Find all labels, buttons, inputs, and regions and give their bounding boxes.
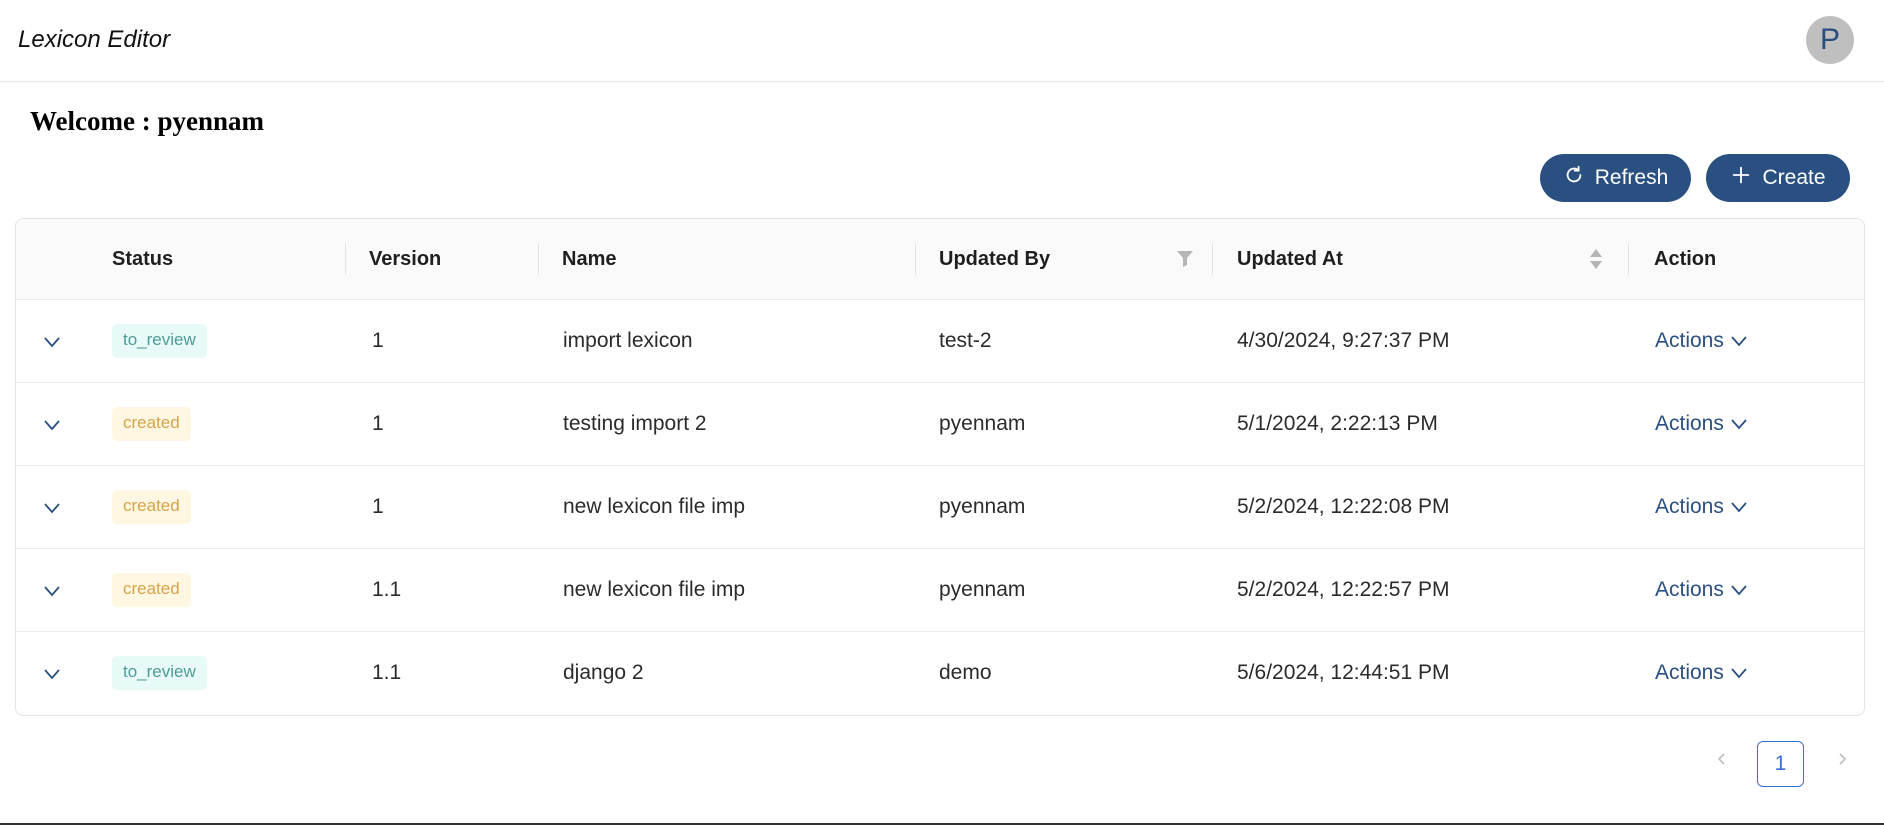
table-row: created 1 new lexicon file imp pyennam 5… bbox=[16, 466, 1864, 549]
column-name: Name bbox=[562, 248, 617, 270]
table-row: created 1.1 new lexicon file imp pyennam… bbox=[16, 549, 1864, 632]
column-status: Status bbox=[112, 248, 174, 270]
updated-at-cell: 5/6/2024, 12:44:51 PM bbox=[1237, 661, 1450, 684]
actions-label: Actions bbox=[1655, 412, 1724, 435]
expand-row-button[interactable] bbox=[37, 327, 67, 357]
actions-dropdown[interactable]: Actions bbox=[1655, 383, 1748, 465]
actions-dropdown[interactable]: Actions bbox=[1655, 466, 1748, 548]
name-cell: import lexicon bbox=[563, 329, 693, 352]
actions-label: Actions bbox=[1655, 495, 1724, 518]
name-cell: django 2 bbox=[563, 661, 644, 684]
chevron-down-icon bbox=[44, 503, 60, 514]
expand-row-button[interactable] bbox=[37, 493, 67, 523]
updated-by-cell: test-2 bbox=[939, 329, 992, 352]
column-updated-at: Updated At bbox=[1237, 248, 1343, 270]
column-version: Version bbox=[369, 248, 442, 270]
status-badge: created bbox=[112, 490, 191, 524]
chevron-down-icon bbox=[44, 669, 60, 680]
chevron-down-icon bbox=[1731, 668, 1747, 679]
sort-icon[interactable] bbox=[1589, 247, 1603, 271]
table-row: to_review 1.1 django 2 demo 5/6/2024, 12… bbox=[16, 632, 1864, 715]
status-badge: created bbox=[112, 407, 191, 441]
lexicon-table: Status Version Name Updated By Updated A… bbox=[15, 218, 1865, 716]
chevron-down-icon bbox=[1731, 419, 1747, 430]
column-updated-by: Updated By bbox=[939, 248, 1051, 270]
chevron-left-icon bbox=[1714, 751, 1730, 772]
version-cell: 1 bbox=[372, 495, 384, 518]
chevron-down-icon bbox=[44, 420, 60, 431]
top-bar: Lexicon Editor P bbox=[0, 0, 1884, 82]
column-divider bbox=[1628, 243, 1629, 275]
updated-at-cell: 4/30/2024, 9:27:37 PM bbox=[1237, 329, 1450, 352]
chevron-down-icon bbox=[44, 586, 60, 597]
actions-label: Actions bbox=[1655, 661, 1724, 684]
status-badge: created bbox=[112, 573, 191, 607]
name-cell: new lexicon file imp bbox=[563, 578, 746, 601]
updated-by-cell: pyennam bbox=[939, 495, 1026, 518]
updated-at-cell: 5/1/2024, 2:22:13 PM bbox=[1237, 412, 1438, 435]
name-cell: new lexicon file imp bbox=[563, 495, 746, 518]
actions-dropdown[interactable]: Actions bbox=[1655, 549, 1748, 631]
column-divider bbox=[538, 243, 539, 275]
create-button-label: Create bbox=[1762, 166, 1826, 189]
column-action: Action bbox=[1654, 248, 1717, 270]
welcome-heading: Welcome : pyennam bbox=[30, 106, 264, 136]
avatar[interactable]: P bbox=[1806, 16, 1854, 64]
chevron-right-icon bbox=[1834, 751, 1850, 772]
column-divider bbox=[345, 243, 346, 275]
actions-dropdown[interactable]: Actions bbox=[1655, 632, 1748, 714]
expand-row-button[interactable] bbox=[37, 576, 67, 606]
table-row: created 1 testing import 2 pyennam 5/1/2… bbox=[16, 383, 1864, 466]
version-cell: 1.1 bbox=[372, 661, 402, 684]
create-button[interactable]: Create bbox=[1706, 154, 1850, 202]
updated-by-cell: demo bbox=[939, 661, 992, 684]
column-divider bbox=[1212, 243, 1213, 275]
updated-by-cell: pyennam bbox=[939, 412, 1026, 435]
refresh-button[interactable]: Refresh bbox=[1540, 154, 1691, 202]
refresh-button-label: Refresh bbox=[1594, 166, 1669, 189]
expand-row-button[interactable] bbox=[37, 659, 67, 689]
table-row: to_review 1 import lexicon test-2 4/30/2… bbox=[16, 300, 1864, 383]
updated-by-cell: pyennam bbox=[939, 578, 1026, 601]
actions-label: Actions bbox=[1655, 329, 1724, 352]
page-number-button[interactable]: 1 bbox=[1757, 741, 1804, 787]
status-badge: to_review bbox=[112, 656, 207, 690]
chevron-down-icon bbox=[1731, 502, 1747, 513]
chevron-down-icon bbox=[1731, 336, 1747, 347]
table-header: Status Version Name Updated By Updated A… bbox=[16, 219, 1864, 300]
expand-row-button[interactable] bbox=[37, 410, 67, 440]
version-cell: 1 bbox=[372, 329, 384, 352]
version-cell: 1 bbox=[372, 412, 384, 435]
refresh-icon bbox=[1563, 164, 1585, 192]
actions-label: Actions bbox=[1655, 578, 1724, 601]
app-title: Lexicon Editor bbox=[18, 26, 171, 53]
name-cell: testing import 2 bbox=[563, 412, 707, 435]
status-badge: to_review bbox=[112, 324, 207, 358]
updated-at-cell: 5/2/2024, 12:22:08 PM bbox=[1237, 495, 1450, 518]
version-cell: 1.1 bbox=[372, 578, 402, 601]
updated-at-cell: 5/2/2024, 12:22:57 PM bbox=[1237, 578, 1450, 601]
next-page-button[interactable] bbox=[1826, 745, 1858, 777]
chevron-down-icon bbox=[44, 337, 60, 348]
actions-dropdown[interactable]: Actions bbox=[1655, 300, 1748, 382]
prev-page-button[interactable] bbox=[1706, 745, 1738, 777]
column-divider bbox=[915, 243, 916, 275]
filter-icon[interactable] bbox=[1176, 249, 1194, 269]
plus-icon bbox=[1730, 164, 1752, 192]
chevron-down-icon bbox=[1731, 585, 1747, 596]
